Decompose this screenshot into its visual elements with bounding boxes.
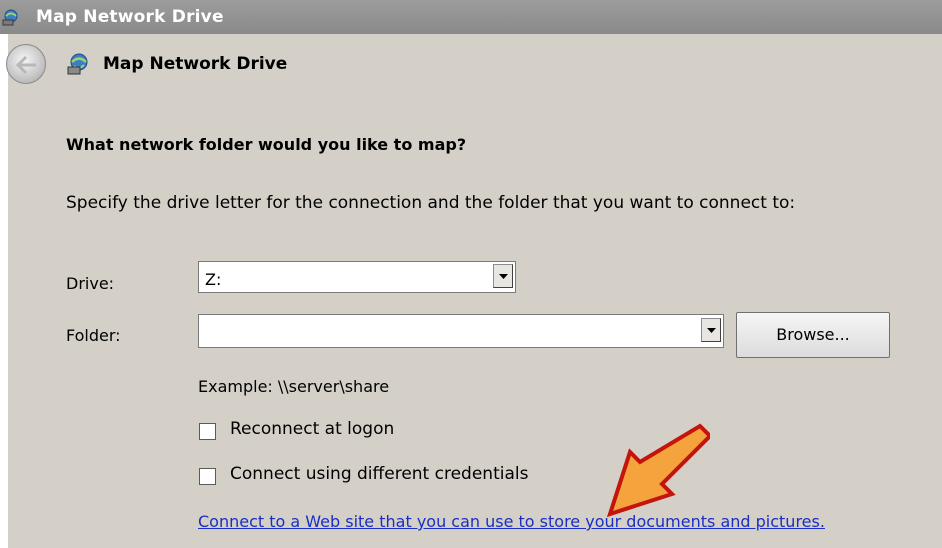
chevron-down-icon — [707, 328, 716, 333]
example-text: Example: \\server\share — [198, 377, 390, 396]
credentials-label[interactable]: Connect using different credentials — [230, 464, 528, 484]
question-heading: What network folder would you like to ma… — [66, 135, 467, 154]
chevron-down-icon — [499, 274, 508, 279]
credentials-checkbox[interactable] — [199, 468, 216, 485]
folder-dropdown-button[interactable] — [701, 318, 721, 342]
folder-input[interactable] — [198, 314, 724, 348]
reconnect-checkbox[interactable] — [199, 423, 216, 440]
instructions-text: Specify the drive letter for the connect… — [66, 193, 796, 213]
back-arrow-icon — [16, 55, 36, 75]
back-button[interactable] — [6, 44, 46, 84]
drive-select[interactable]: Z: — [198, 261, 516, 293]
reconnect-label[interactable]: Reconnect at logon — [230, 419, 394, 439]
map-network-drive-dialog: Map Network Drive What network folder wo… — [6, 34, 942, 548]
page-title: Map Network Drive — [103, 54, 288, 74]
folder-label: Folder: — [66, 326, 121, 345]
drive-value: Z: — [205, 270, 222, 289]
window-title: Map Network Drive — [36, 7, 224, 27]
drive-label: Drive: — [66, 274, 115, 293]
title-bar: Map Network Drive — [0, 0, 942, 34]
browse-button[interactable]: Browse... — [736, 312, 890, 358]
network-drive-icon — [2, 9, 18, 26]
drive-dropdown-button[interactable] — [493, 264, 513, 288]
network-drive-icon — [67, 53, 88, 75]
pointer-arrow-icon — [606, 423, 710, 518]
web-site-link[interactable]: Connect to a Web site that you can use t… — [198, 512, 825, 531]
